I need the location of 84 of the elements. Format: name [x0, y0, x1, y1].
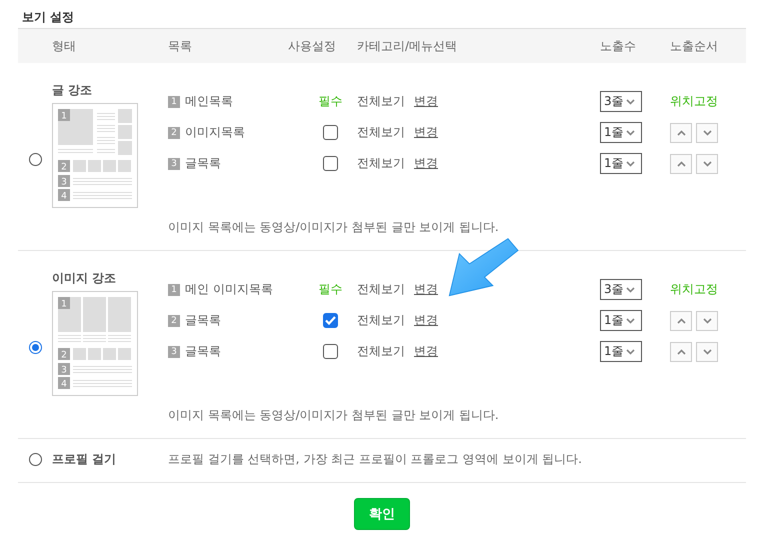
- move-up-button[interactable]: [670, 154, 692, 174]
- preview-number: 3: [61, 366, 67, 376]
- column-header: 목록: [168, 38, 193, 54]
- chevron-down-icon: [702, 160, 712, 166]
- chevron-down-icon: [702, 318, 712, 324]
- column-header: 노출수: [600, 38, 637, 54]
- layout-name: 프로필 걸기: [52, 451, 118, 468]
- chevron-down-icon: [626, 98, 635, 104]
- layout-name: 이미지 강조: [52, 270, 118, 287]
- move-up-button[interactable]: [670, 310, 692, 330]
- preview-number: 1: [61, 112, 67, 122]
- layout-radio[interactable]: [28, 152, 42, 166]
- count-select[interactable]: 3줄: [600, 279, 642, 300]
- use-checkbox[interactable]: [323, 313, 338, 328]
- use-checkbox[interactable]: [323, 156, 338, 171]
- chevron-down-icon: [626, 318, 635, 324]
- category-label: 전체보기: [357, 312, 405, 329]
- move-down-button[interactable]: [696, 342, 718, 362]
- layout-name: 글 강조: [52, 82, 94, 99]
- move-up-button[interactable]: [670, 342, 692, 362]
- move-down-button[interactable]: [696, 154, 718, 174]
- chevron-down-icon: [626, 286, 635, 292]
- preview-number: 3: [61, 178, 67, 188]
- preview-number: 4: [61, 192, 67, 202]
- list-number: 3: [168, 158, 180, 170]
- list-name: 글목록: [185, 155, 221, 172]
- category-label: 전체보기: [357, 124, 405, 141]
- count-select[interactable]: 1줄: [600, 153, 642, 174]
- preview-number: 2: [61, 162, 67, 172]
- move-up-button[interactable]: [670, 122, 692, 142]
- count-select[interactable]: 1줄: [600, 341, 642, 362]
- category-label: 전체보기: [357, 281, 405, 298]
- list-name: 글목록: [185, 343, 221, 360]
- change-link[interactable]: 변경: [414, 312, 438, 329]
- category-label: 전체보기: [357, 343, 405, 360]
- profile-description: 프로필 걸기를 선택하면, 가장 최근 프로필이 프롤로그 영역에 보이게 됩니다.: [168, 451, 583, 468]
- use-checkbox[interactable]: [323, 125, 338, 140]
- list-number: 1: [168, 96, 180, 108]
- category-label: 전체보기: [357, 155, 405, 172]
- count-select[interactable]: 3줄: [600, 91, 642, 112]
- preview-number: 2: [61, 350, 67, 360]
- change-link[interactable]: 변경: [414, 93, 438, 110]
- preview-number: 1: [61, 300, 67, 310]
- chevron-down-icon: [702, 348, 712, 354]
- layout-radio[interactable]: [28, 340, 42, 354]
- list-number: 1: [168, 284, 180, 296]
- move-down-button[interactable]: [696, 122, 718, 142]
- list-name: 이미지목록: [185, 124, 245, 141]
- change-link[interactable]: 변경: [414, 343, 438, 360]
- category-label: 전체보기: [357, 93, 405, 110]
- list-number: 2: [168, 314, 180, 326]
- column-header: 노출순서: [670, 38, 719, 54]
- list-number: 3: [168, 346, 180, 358]
- move-down-button[interactable]: [696, 310, 718, 330]
- column-header: 사용설정: [288, 38, 337, 54]
- section-title: 보기 설정: [21, 9, 76, 26]
- chevron-up-icon: [676, 130, 686, 136]
- info-note: 이미지 목록에는 동영상/이미지가 첨부된 글만 보이게 됩니다.: [168, 219, 500, 236]
- chevron-down-icon: [702, 130, 712, 136]
- list-name: 메인 이미지목록: [185, 281, 273, 298]
- preview-number: 4: [61, 380, 67, 390]
- chevron-up-icon: [676, 318, 686, 324]
- change-link[interactable]: 변경: [414, 155, 438, 172]
- chevron-down-icon: [626, 130, 635, 136]
- chevron-up-icon: [676, 160, 686, 166]
- chevron-down-icon: [626, 348, 635, 354]
- list-number: 2: [168, 126, 180, 138]
- required-label: 필수: [318, 93, 342, 110]
- use-checkbox[interactable]: [323, 344, 338, 359]
- column-header: 카테고리/메뉴선택: [357, 38, 458, 54]
- fixed-position-label: 위치고정: [670, 93, 719, 110]
- list-name: 글목록: [185, 312, 221, 329]
- change-link[interactable]: 변경: [414, 124, 438, 141]
- column-header: 형태: [52, 38, 77, 54]
- chevron-up-icon: [676, 348, 686, 354]
- info-note: 이미지 목록에는 동영상/이미지가 첨부된 글만 보이게 됩니다.: [168, 407, 500, 424]
- chevron-down-icon: [626, 160, 635, 166]
- fixed-position-label: 위치고정: [670, 281, 719, 298]
- count-select[interactable]: 1줄: [600, 122, 642, 143]
- layout-radio[interactable]: [28, 453, 42, 466]
- change-link[interactable]: 변경: [414, 281, 438, 298]
- list-name: 메인목록: [185, 93, 233, 110]
- required-label: 필수: [318, 281, 342, 298]
- count-select[interactable]: 1줄: [600, 310, 642, 331]
